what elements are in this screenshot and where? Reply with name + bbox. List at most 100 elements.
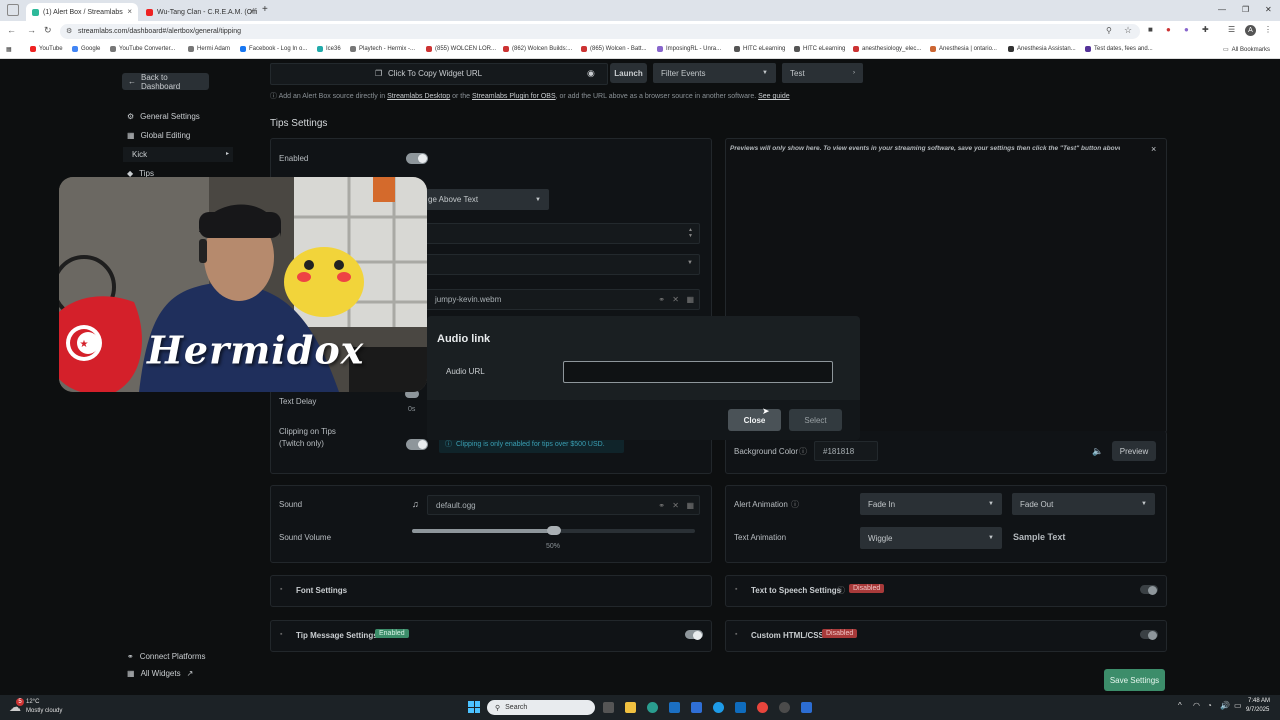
tab-wu-tang[interactable]: Wu-Tang Clan - C.R.E.A.M. (Offi ×	[140, 3, 260, 21]
bookmark-playtech[interactable]: Playtech - Hermix -...	[350, 46, 415, 52]
clock-date[interactable]: 9/7/2025	[1246, 707, 1269, 713]
custom-html-toggle[interactable]	[1140, 630, 1158, 640]
link-icon[interactable]: ⚭	[658, 295, 665, 304]
sidebar-item-general-settings[interactable]: ⚙ General Settings	[127, 112, 200, 121]
bookmark-wolcen-2[interactable]: (862) Wolcen Builds:...	[503, 46, 572, 52]
custom-html-panel[interactable]: ▪ Custom HTML/CSS Disabled	[725, 620, 1167, 652]
extension-icon[interactable]: ●	[1166, 25, 1171, 34]
close-preview-icon[interactable]: ×	[1151, 144, 1156, 154]
windows-start-icon[interactable]	[468, 701, 480, 713]
launch-button[interactable]: Launch	[610, 63, 647, 83]
reload-icon[interactable]: ↻	[44, 25, 52, 36]
file-explorer-icon[interactable]	[625, 702, 636, 713]
bookmark-wolcen-1[interactable]: (855) WOLCEN LOR...	[426, 46, 496, 52]
bookmark-anesthesia-assistant[interactable]: Anesthesia Assistan...	[1008, 46, 1076, 52]
filter-events-dropdown[interactable]: Filter Events ▼	[653, 63, 776, 83]
text-animation-select[interactable]: ▼	[420, 254, 700, 275]
speaker-icon[interactable]: 🔊	[1220, 701, 1230, 710]
sidebar-item-all-widgets[interactable]: ▦ All Widgets ↗	[127, 669, 193, 678]
font-settings-panel[interactable]: ▪ Font Settings	[270, 575, 712, 607]
obs-plugin-link[interactable]: Streamlabs Plugin for OBS	[472, 93, 556, 100]
preview-button[interactable]: Preview	[1112, 441, 1156, 461]
task-view-icon[interactable]	[603, 702, 614, 713]
taskbar-search-box[interactable]: ⚲ Search	[487, 700, 595, 715]
app-icon[interactable]	[801, 702, 812, 713]
extensions-puzzle-icon[interactable]: ✚	[1202, 25, 1209, 34]
forward-icon[interactable]: →	[27, 25, 36, 35]
streamlabs-desktop-link[interactable]: Streamlabs Desktop	[387, 93, 450, 100]
widget-url-field[interactable]: ❐ Click To Copy Widget URL ◉	[270, 63, 608, 85]
skype-icon[interactable]	[713, 702, 724, 713]
profile-avatar[interactable]: A	[1245, 25, 1256, 36]
back-icon[interactable]: ←	[7, 25, 16, 35]
outlook-icon[interactable]	[735, 702, 746, 713]
bookmark-hitc-2[interactable]: HITC eLearning	[794, 46, 845, 52]
network-icon[interactable]: ◠	[1193, 701, 1200, 710]
sound-file-field[interactable]: default.ogg ⚭ ✕ ▦	[427, 495, 700, 515]
apps-grid-icon[interactable]: ▦	[6, 46, 12, 53]
sidebar-item-global-editing[interactable]: ▦ Global Editing	[127, 131, 190, 140]
gallery-icon[interactable]: ▦	[686, 501, 694, 510]
bookmark-anesthesia-ontario[interactable]: Anesthesia | ontario...	[930, 46, 997, 52]
see-guide-link[interactable]: See guide	[758, 93, 790, 100]
bookmark-anesthesiology[interactable]: anesthesiology_elec...	[853, 46, 921, 52]
menu-icon[interactable]: ☰	[1228, 25, 1235, 34]
bookmark-imposingrl[interactable]: ImposingRL - Unra...	[657, 46, 721, 52]
extension-icon[interactable]: ●	[1184, 25, 1189, 34]
background-color-input[interactable]: #181818	[814, 441, 878, 461]
alert-duration-stepper[interactable]: ▲ ▼	[420, 223, 700, 244]
more-menu-icon[interactable]: ⋮	[1264, 25, 1272, 34]
remove-icon[interactable]: ✕	[672, 295, 679, 304]
minimize-icon[interactable]: —	[1218, 5, 1226, 14]
volume-icon[interactable]: 🔈	[1092, 446, 1103, 457]
remove-icon[interactable]: ✕	[672, 501, 679, 510]
fade-out-dropdown[interactable]: Fade Out ▼	[1012, 493, 1155, 515]
close-button[interactable]: Close	[728, 409, 781, 431]
bookmark-google[interactable]: Google	[72, 46, 100, 52]
bookmark-ice36[interactable]: Ice36	[317, 46, 341, 52]
wiggle-dropdown[interactable]: Wiggle ▼	[860, 527, 1002, 549]
site-info-icon[interactable]: ⚙	[66, 27, 72, 35]
zoom-icon[interactable]: ⚲	[1106, 26, 1112, 35]
tip-message-settings-panel[interactable]: ▪ Tip Message Settings Enabled	[270, 620, 712, 652]
wifi-icon[interactable]: ◔	[1207, 701, 1212, 710]
url-input[interactable]: ⚙ streamlabs.com/dashboard#/alertbox/gen…	[60, 24, 1140, 39]
sidebar-item-kick[interactable]: Kick ▸	[123, 147, 233, 162]
link-icon[interactable]: ⚭	[658, 501, 665, 510]
bookmark-wolcen-3[interactable]: (865) Wolcen - Batt...	[581, 46, 647, 52]
bookmark-hermi-adam[interactable]: Hermi Adam	[188, 46, 230, 52]
tip-message-toggle[interactable]	[685, 630, 703, 640]
bookmark-hitc-1[interactable]: HITC eLearning	[734, 46, 785, 52]
sidebar-item-connect-platforms[interactable]: ⚭ Connect Platforms	[127, 652, 206, 661]
all-bookmarks[interactable]: ▭ All Bookmarks	[1223, 46, 1270, 54]
tab-alert-box[interactable]: (1) Alert Box / Streamlabs ×	[26, 3, 138, 21]
app-icon[interactable]	[691, 702, 702, 713]
bookmark-star-icon[interactable]: ☆	[1124, 25, 1132, 36]
select-button[interactable]: Select	[789, 409, 842, 431]
audio-url-input[interactable]	[563, 361, 833, 383]
bookmark-facebook[interactable]: Facebook - Log In o...	[240, 46, 307, 52]
store-icon[interactable]	[669, 702, 680, 713]
close-tab-icon[interactable]: ×	[127, 7, 132, 16]
restore-icon[interactable]: ❐	[1242, 5, 1249, 14]
volume-slider-handle[interactable]	[546, 526, 561, 535]
layout-dropdown[interactable]: ge Above Text ▼	[420, 189, 549, 210]
app-icon[interactable]	[779, 702, 790, 713]
bookmark-yt-converter[interactable]: YouTube Converter...	[110, 46, 175, 52]
save-settings-button[interactable]: Save Settings	[1104, 669, 1165, 691]
tts-settings-panel[interactable]: ▪ Text to Speech Settings ⓘ Disabled	[725, 575, 1167, 607]
extension-icon[interactable]: ■	[1148, 25, 1153, 34]
clock-time[interactable]: 7:48 AM	[1248, 698, 1270, 704]
back-to-dashboard-button[interactable]: ← Back to Dashboard	[122, 73, 209, 91]
gallery-icon[interactable]: ▦	[686, 295, 694, 304]
fade-in-dropdown[interactable]: Fade In ▼	[860, 493, 1002, 515]
media-file-field[interactable]: jumpy-kevin.webm ⚭ ✕ ▦	[420, 289, 700, 310]
close-window-icon[interactable]: ✕	[1265, 5, 1272, 14]
battery-icon[interactable]: ▭	[1234, 701, 1242, 710]
test-dropdown[interactable]: Test ›	[782, 63, 863, 83]
clipping-toggle[interactable]	[406, 439, 428, 450]
new-tab-button[interactable]: +	[262, 4, 268, 15]
bookmark-test-dates[interactable]: Test dates, fees and...	[1085, 46, 1153, 52]
chrome-icon[interactable]	[757, 702, 768, 713]
tab-search-icon[interactable]	[7, 4, 19, 16]
